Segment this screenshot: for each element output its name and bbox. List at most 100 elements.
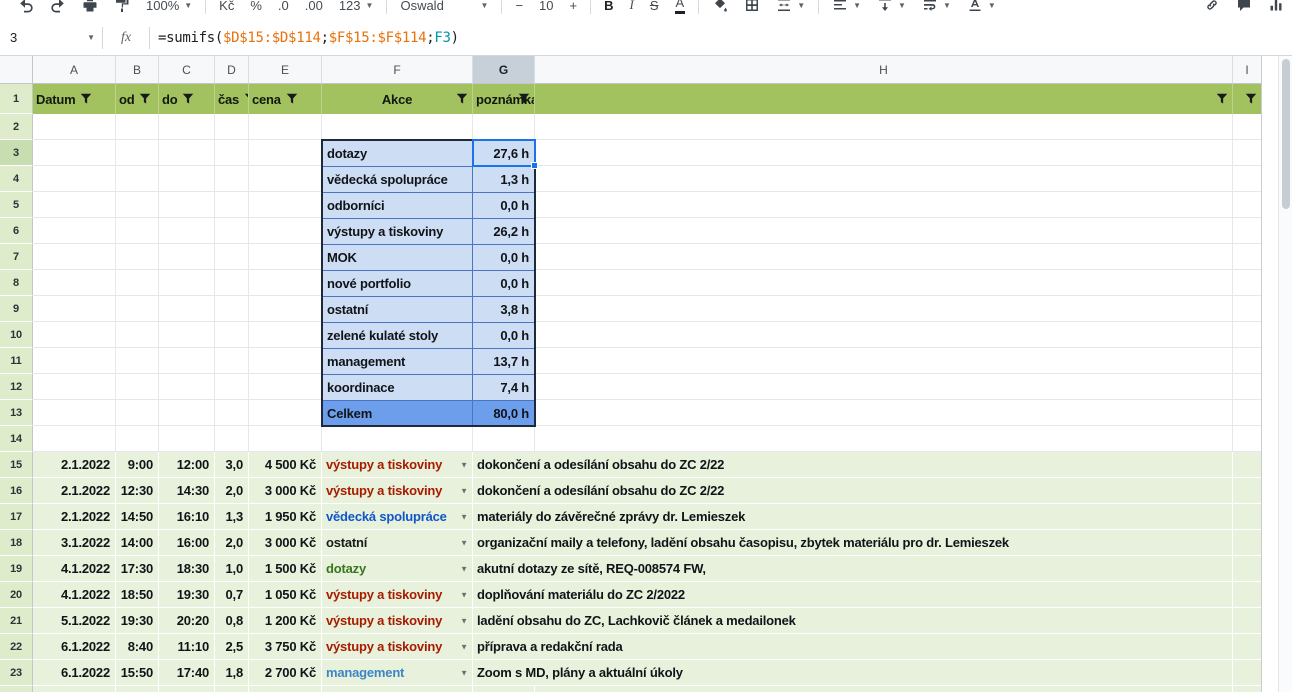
cell-C13[interactable] [159,400,215,426]
cell-A13[interactable] [33,400,116,426]
cell-B6[interactable] [116,218,159,244]
cell-F21[interactable]: výstupy a tiskoviny ▼ [322,608,473,634]
cell-A3[interactable] [33,140,116,166]
cell-G21[interactable]: ladění obsahu do ZC, Lachkovič článek a … [473,608,1233,634]
cell-C15[interactable]: 12:00 [159,452,215,478]
cell-D5[interactable] [215,192,249,218]
column-header-C[interactable]: C [159,56,215,84]
cell-E13[interactable] [249,400,322,426]
dropdown-arrow-icon[interactable]: ▼ [460,642,468,651]
row-header-14[interactable]: 14 [0,426,33,452]
toolbar-chart[interactable] [1260,0,1292,13]
cell-E24[interactable] [249,686,322,692]
cell-C11[interactable] [159,348,215,374]
cell-C10[interactable] [159,322,215,348]
header-cell-F[interactable]: Akce [322,84,473,114]
cell-E23[interactable]: 2 700 Kč [249,660,322,686]
toolbar-format-currency[interactable]: Kč [211,0,242,13]
row-header-21[interactable]: 21 [0,608,33,634]
cell-D2[interactable] [215,114,249,140]
cell-D13[interactable] [215,400,249,426]
dropdown-arrow-icon[interactable]: ▼ [460,616,468,625]
row-header-16[interactable]: 16 [0,478,33,504]
cell-E20[interactable]: 1 050 Kč [249,582,322,608]
cell-I23[interactable] [1233,660,1261,686]
toolbar-italic[interactable]: I [622,0,642,13]
cell-I8[interactable] [1233,270,1261,296]
row-header-6[interactable]: 6 [0,218,33,244]
cell-I19[interactable] [1233,556,1261,582]
column-header-I[interactable]: I [1233,56,1261,84]
cell-E16[interactable]: 3 000 Kč [249,478,322,504]
column-header-F[interactable]: F [322,56,473,84]
header-cell-B[interactable]: od [116,84,159,114]
cell-G20[interactable]: doplňování materiálu do ZC 2/2022 [473,582,1233,608]
column-header-E[interactable]: E [249,56,322,84]
cell-G15[interactable]: dokončení a odesílání obsahu do ZC 2/22 [473,452,1233,478]
filter-icon[interactable] [80,93,92,105]
toolbar-comment[interactable] [1228,0,1260,13]
cell-B23[interactable]: 15:50 [116,660,159,686]
cell-A6[interactable] [33,218,116,244]
cell-H13[interactable] [535,400,1233,426]
cell-D3[interactable] [215,140,249,166]
cell-A8[interactable] [33,270,116,296]
cell-D18[interactable]: 2,0 [215,530,249,556]
cell-D11[interactable] [215,348,249,374]
column-header-D[interactable]: D [215,56,249,84]
summary-label[interactable]: dotazy [322,140,473,166]
summary-label[interactable]: koordinace [322,375,473,400]
row-header-5[interactable]: 5 [0,192,33,218]
cell-I6[interactable] [1233,218,1261,244]
cell-H11[interactable] [535,348,1233,374]
toolbar-zoom[interactable]: 100% ▼ [138,0,200,13]
summary-label[interactable]: management [322,349,473,374]
cell-E3[interactable] [249,140,322,166]
cell-G14[interactable] [473,426,535,452]
cell-E11[interactable] [249,348,322,374]
cell-D24[interactable] [215,686,249,692]
toolbar-text-color[interactable]: A [667,0,694,14]
row-header-13[interactable]: 13 [0,400,33,426]
toolbar-font-size[interactable]: 10 [531,0,561,13]
cell-B18[interactable]: 14:00 [116,530,159,556]
cell-B12[interactable] [116,374,159,400]
summary-value[interactable]: 0,0 h [473,193,535,218]
cell-F22[interactable]: výstupy a tiskoviny ▼ [322,634,473,660]
cell-H9[interactable] [535,296,1233,322]
cell-D19[interactable]: 1,0 [215,556,249,582]
summary-value[interactable]: 0,0 h [473,245,535,270]
cell-E2[interactable] [249,114,322,140]
cell-I7[interactable] [1233,244,1261,270]
summary-value[interactable]: 26,2 h [473,219,535,244]
cell-A17[interactable]: 2.1.2022 [33,504,116,530]
cell-I21[interactable] [1233,608,1261,634]
dropdown-arrow-icon[interactable]: ▼ [460,538,468,547]
cell-G2[interactable] [473,114,535,140]
row-header-12[interactable]: 12 [0,374,33,400]
fill-handle[interactable] [531,162,538,169]
cell-I15[interactable] [1233,452,1261,478]
toolbar-borders[interactable] [736,0,768,13]
summary-value[interactable]: 13,7 h [473,349,535,374]
cell-F19[interactable]: dotazy ▼ [322,556,473,582]
cell-C4[interactable] [159,166,215,192]
cell-I24[interactable] [1233,686,1261,692]
header-cell-I[interactable] [1233,84,1261,114]
cell-I5[interactable] [1233,192,1261,218]
cell-C22[interactable]: 11:10 [159,634,215,660]
cell-A12[interactable] [33,374,116,400]
row-header-7[interactable]: 7 [0,244,33,270]
cell-D8[interactable] [215,270,249,296]
cell-I4[interactable] [1233,166,1261,192]
select-all-corner[interactable] [0,56,33,84]
toolbar-merge-cells[interactable]: ▼ [768,0,813,13]
summary-total-value[interactable]: 80,0 h [473,401,535,426]
row-header-4[interactable]: 4 [0,166,33,192]
cell-I12[interactable] [1233,374,1261,400]
cell-A21[interactable]: 5.1.2022 [33,608,116,634]
header-cell-H[interactable] [535,84,1233,114]
column-header-G[interactable]: G [473,56,535,84]
cell-I10[interactable] [1233,322,1261,348]
toolbar-undo[interactable] [10,0,42,13]
